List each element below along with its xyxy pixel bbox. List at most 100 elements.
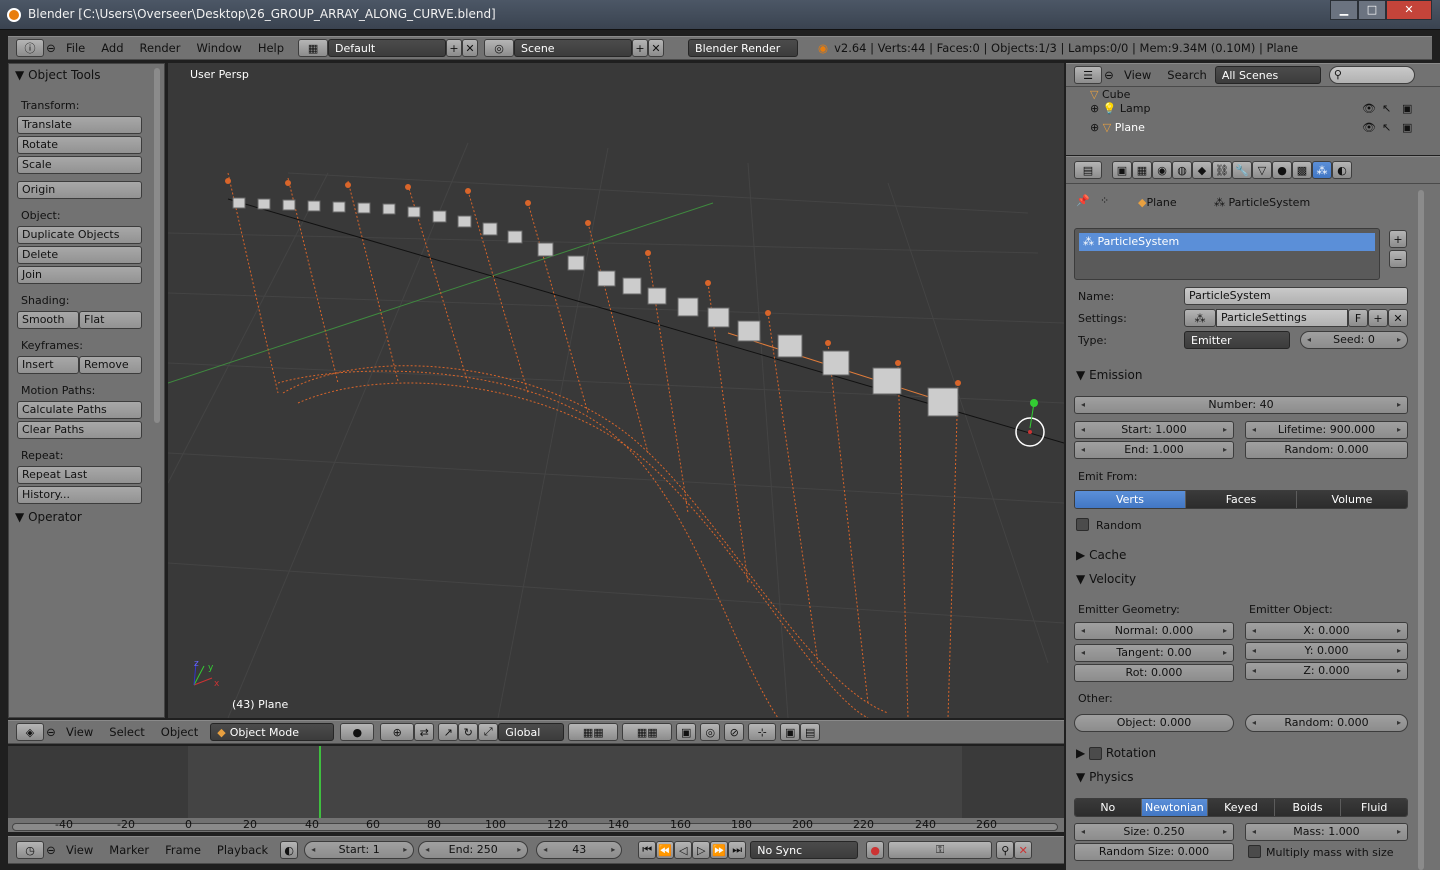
outliner-row-cube[interactable]: ▽ Cube [1090, 88, 1430, 102]
velocity-random-field[interactable]: ◂ Random: 0.000 ▸ [1245, 714, 1408, 732]
physics-panel-header[interactable]: ▼ Physics [1072, 766, 1412, 788]
render-engine-dropdown[interactable]: Blender Render [688, 39, 799, 57]
maximize-button[interactable]: □ [1358, 0, 1386, 20]
lifetime-random-field[interactable]: Random: 0.000 [1245, 441, 1408, 459]
render-anim-icon[interactable]: ▤ [800, 723, 821, 741]
particle-settings-input[interactable]: ParticleSettings [1216, 309, 1348, 327]
physics-fluid-option[interactable]: Fluid [1341, 799, 1407, 816]
menu-frame[interactable]: Frame [157, 843, 209, 857]
calculate-paths-button[interactable]: Calculate Paths [17, 401, 142, 419]
object-y-velocity-field[interactable]: ◂ Y: 0.000 ▸ [1245, 642, 1408, 660]
timeline-area[interactable] [8, 746, 1064, 818]
snap-element-icon[interactable]: ⊹ [748, 723, 777, 741]
collapse-menu-icon[interactable]: ⊖ [44, 843, 58, 857]
scene-field[interactable]: Scene [514, 39, 633, 57]
flat-button[interactable]: Flat [79, 311, 142, 329]
snap-icon[interactable]: ⊘ [724, 723, 745, 741]
jump-start-icon[interactable]: ⏮ [638, 841, 657, 859]
preview-range-icon[interactable]: ◐ [280, 841, 299, 859]
editor-type-info-icon[interactable]: ⓘ [16, 39, 44, 57]
render-still-icon[interactable]: ▣ [780, 723, 801, 741]
prev-keyframe-icon[interactable]: ⏪ [656, 841, 675, 859]
unlink-settings-button[interactable]: ✕ [1388, 309, 1408, 327]
translate-button[interactable]: Translate [17, 116, 142, 134]
emit-from-selector[interactable]: Verts Faces Volume [1074, 490, 1408, 509]
remove-layout-icon[interactable]: ✕ [462, 39, 479, 57]
menu-view[interactable]: View [58, 725, 101, 739]
remove-scene-icon[interactable]: ✕ [648, 39, 665, 57]
emission-end-field[interactable]: ◂ End: 1.000 ▸ [1074, 441, 1234, 459]
visibility-eye-icon[interactable]: 👁 [1362, 121, 1376, 134]
manipulator-icon[interactable]: ⇄ [414, 723, 435, 741]
editor-type-3d-icon[interactable]: ◈ [16, 723, 44, 741]
tool-shelf-scrollbar[interactable] [154, 68, 160, 423]
scale-button[interactable]: Scale [17, 156, 142, 174]
texture-context-icon[interactable]: ▩ [1292, 161, 1312, 179]
pivot-point-icon[interactable]: ⊕ [380, 723, 415, 741]
translate-manipulator-icon[interactable]: ↗ [438, 723, 459, 741]
menu-help[interactable]: Help [250, 41, 292, 55]
lock-layers-icon[interactable]: ▣ [676, 723, 697, 741]
editor-type-properties-icon[interactable]: ▤ [1074, 161, 1102, 179]
particle-settings-browse-icon[interactable]: ⁂ [1184, 309, 1216, 327]
modifiers-context-icon[interactable]: 🔧 [1232, 161, 1252, 179]
selectable-cursor-icon[interactable]: ↖ [1382, 121, 1391, 134]
insert-keyframe-button[interactable]: Insert [17, 356, 79, 374]
object-mode-dropdown[interactable]: ◆ Object Mode [210, 723, 335, 741]
selectable-cursor-icon[interactable]: ↖ [1382, 102, 1391, 115]
rotate-manipulator-icon[interactable]: ↻ [458, 723, 479, 741]
layers-grid-1-icon[interactable]: ▦▦ [568, 723, 619, 741]
rot-velocity-field[interactable]: Rot: 0.000 [1074, 664, 1234, 682]
emission-panel-header[interactable]: ▼ Emission [1072, 364, 1412, 386]
menu-render[interactable]: Render [132, 41, 189, 55]
multiply-mass-checkbox[interactable] [1248, 845, 1261, 858]
outliner-search-input[interactable]: ⚲ [1328, 66, 1415, 84]
history-button[interactable]: History... [17, 486, 142, 504]
cache-panel-header[interactable]: ▶ Cache [1072, 544, 1412, 566]
collapse-menu-icon[interactable]: ⊖ [1102, 68, 1116, 82]
particle-mass-field[interactable]: ◂ Mass: 1.000 ▸ [1245, 823, 1408, 841]
world-context-icon[interactable]: ◍ [1172, 161, 1192, 179]
emit-faces-option[interactable]: Faces [1186, 491, 1297, 508]
constraints-context-icon[interactable]: ⛓ [1212, 161, 1232, 179]
rotation-panel-header[interactable]: ▶ Rotation [1072, 742, 1412, 764]
editor-type-timeline-icon[interactable]: ◷ [16, 841, 44, 859]
play-reverse-icon[interactable]: ◁ [674, 841, 693, 859]
collapse-menu-icon[interactable]: ⊖ [44, 41, 58, 55]
menu-view[interactable]: View [58, 843, 101, 857]
keying-set-icon[interactable]: ⚿ [888, 841, 993, 859]
clear-paths-button[interactable]: Clear Paths [17, 421, 142, 439]
jump-end-icon[interactable]: ⏭ [728, 841, 747, 859]
physics-keyed-option[interactable]: Keyed [1208, 799, 1275, 816]
object-context-icon[interactable]: ◆ [1192, 161, 1212, 179]
remove-keyframe-button[interactable]: Remove [79, 356, 142, 374]
name-input[interactable]: ParticleSystem [1184, 287, 1408, 305]
particle-system-item[interactable]: ⁂ ParticleSystem [1079, 233, 1375, 251]
duplicate-objects-button[interactable]: Duplicate Objects [17, 226, 142, 244]
physics-type-selector[interactable]: No Newtonian Keyed Boids Fluid [1074, 798, 1408, 817]
lifetime-field[interactable]: ◂ Lifetime: 900.000 ▸ [1245, 421, 1408, 439]
menu-select[interactable]: Select [101, 725, 152, 739]
normal-velocity-field[interactable]: ◂ Normal: 0.000 ▸ [1074, 622, 1234, 640]
smooth-button[interactable]: Smooth [17, 311, 79, 329]
proportional-edit-icon[interactable]: ◎ [700, 723, 721, 741]
pin-icon[interactable]: 📌 [1076, 194, 1090, 207]
fake-user-button[interactable]: F [1348, 309, 1368, 327]
current-frame-field[interactable]: ◂ 43 ▸ [536, 841, 623, 859]
menu-add[interactable]: Add [93, 41, 131, 55]
data-context-icon[interactable]: ▽ [1252, 161, 1272, 179]
seed-field[interactable]: ◂ Seed: 0 ▸ [1300, 331, 1408, 349]
emit-volume-option[interactable]: Volume [1297, 491, 1407, 508]
object-x-velocity-field[interactable]: ◂ X: 0.000 ▸ [1245, 622, 1408, 640]
physics-newtonian-option[interactable]: Newtonian [1141, 799, 1209, 816]
add-scene-icon[interactable]: + [632, 39, 649, 57]
rotation-checkbox[interactable] [1089, 747, 1103, 760]
next-keyframe-icon[interactable]: ⏩ [710, 841, 729, 859]
outliner-row-lamp[interactable]: ⊕ 💡 Lamp 👁 ↖ ▣ [1090, 102, 1430, 120]
screen-layout-field[interactable]: Default [328, 39, 447, 57]
play-icon[interactable]: ▷ [692, 841, 711, 859]
insert-keyframe-icon[interactable]: ⚲ [996, 841, 1015, 859]
expand-icon[interactable]: ⊕ [1090, 102, 1099, 115]
repeat-last-button[interactable]: Repeat Last [17, 466, 142, 484]
sync-mode-dropdown[interactable]: No Sync [750, 841, 859, 859]
